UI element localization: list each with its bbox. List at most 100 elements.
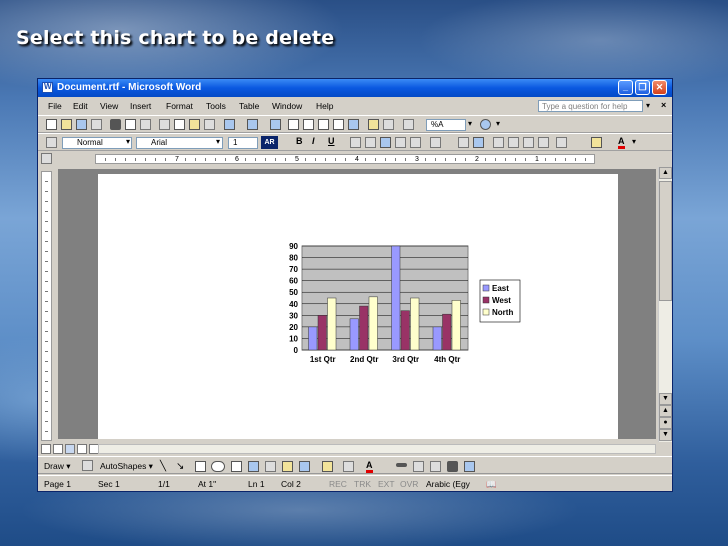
outside-border-icon[interactable] xyxy=(556,137,567,148)
style-dropdown-icon[interactable]: ▾ xyxy=(126,137,130,146)
ltr-direction-icon[interactable] xyxy=(458,137,469,148)
document-close-button[interactable]: × xyxy=(661,100,666,110)
print-preview-icon[interactable] xyxy=(125,119,136,130)
rtl-direction-icon[interactable] xyxy=(473,137,484,148)
redo-icon[interactable] xyxy=(247,119,258,130)
numbering-icon[interactable] xyxy=(493,137,504,148)
scroll-thumb[interactable] xyxy=(659,181,672,301)
menu-file[interactable]: File xyxy=(48,101,62,111)
help-question-input[interactable]: Type a question for help xyxy=(538,100,643,112)
normal-view-icon[interactable] xyxy=(41,444,51,454)
align-right-icon[interactable] xyxy=(380,137,391,148)
autoshapes-menu-button[interactable]: AutoShapes ▾ xyxy=(100,461,153,472)
fill-color-icon[interactable] xyxy=(322,461,333,472)
arabic-language-button[interactable]: AR xyxy=(261,136,278,149)
next-page-icon[interactable]: ▼ xyxy=(659,429,672,441)
draw-font-color-icon[interactable]: A xyxy=(366,460,373,473)
previous-page-icon[interactable]: ▲ xyxy=(659,405,672,417)
status-trk[interactable]: TRK xyxy=(354,479,371,489)
shadow-style-icon[interactable] xyxy=(447,461,458,472)
menu-format[interactable]: Format xyxy=(166,101,193,111)
align-left-icon[interactable] xyxy=(350,137,361,148)
font-color-icon[interactable]: A xyxy=(618,136,625,149)
vertical-scrollbar[interactable]: ▲ ▼ ▲ ● ▼ xyxy=(658,167,672,442)
insert-excel-icon[interactable] xyxy=(318,119,329,130)
help-icon[interactable] xyxy=(480,119,491,130)
line-spacing-icon[interactable] xyxy=(430,137,441,148)
drawing-icon[interactable] xyxy=(348,119,359,130)
title-bar[interactable]: Document.rtf - Microsoft Word _ ❐ ✕ xyxy=(38,79,672,97)
paste-icon[interactable] xyxy=(189,119,200,130)
spelling-status-icon[interactable]: 📖 xyxy=(486,479,497,490)
arrow-tool-icon[interactable]: ↘ xyxy=(176,461,184,472)
italic-button[interactable]: I xyxy=(312,136,315,146)
open-folder-icon[interactable] xyxy=(61,119,72,130)
font-color-dropdown-icon[interactable]: ▾ xyxy=(632,137,636,146)
print-layout-view-icon[interactable] xyxy=(65,444,75,454)
horizontal-ruler[interactable]: 7 6 5 4 3 2 1 xyxy=(95,154,595,164)
document-map-icon[interactable] xyxy=(368,119,379,130)
cut-icon[interactable] xyxy=(159,119,170,130)
format-painter-icon[interactable] xyxy=(204,119,215,130)
style-select[interactable]: Normal xyxy=(62,137,132,149)
select-objects-icon[interactable] xyxy=(82,460,93,471)
bullets-icon[interactable] xyxy=(508,137,519,148)
zoom-dropdown-icon[interactable]: ▾ xyxy=(468,119,472,128)
tables-borders-icon[interactable] xyxy=(288,119,299,130)
status-ext[interactable]: EXT xyxy=(378,479,395,489)
insert-table-icon[interactable] xyxy=(303,119,314,130)
line-tool-icon[interactable]: ╲ xyxy=(160,461,166,472)
hyperlink-icon[interactable] xyxy=(270,119,281,130)
undo-icon[interactable] xyxy=(224,119,235,130)
web-layout-view-icon[interactable] xyxy=(53,444,63,454)
spelling-icon[interactable] xyxy=(140,119,151,130)
copy-icon[interactable] xyxy=(174,119,185,130)
help-dropdown-icon[interactable]: ▾ xyxy=(646,101,650,110)
text-box-icon[interactable] xyxy=(231,461,242,472)
insert-picture-icon[interactable] xyxy=(299,461,310,472)
zoom-select[interactable]: %A xyxy=(426,119,466,131)
outline-view-icon[interactable] xyxy=(77,444,87,454)
distributed-icon[interactable] xyxy=(410,137,421,148)
scroll-down-icon[interactable]: ▼ xyxy=(659,393,672,405)
line-color-icon[interactable] xyxy=(343,461,354,472)
styles-formatting-icon[interactable] xyxy=(46,137,57,148)
justify-icon[interactable] xyxy=(395,137,406,148)
tab-selector-icon[interactable] xyxy=(41,153,52,164)
font-dropdown-icon[interactable]: ▾ xyxy=(216,137,220,146)
new-document-icon[interactable] xyxy=(46,119,57,130)
wordart-icon[interactable] xyxy=(248,461,259,472)
permission-icon[interactable] xyxy=(91,119,102,130)
status-rec[interactable]: REC xyxy=(329,479,347,489)
close-button[interactable]: ✕ xyxy=(652,80,667,95)
arrow-style-icon[interactable] xyxy=(430,461,441,472)
columns-icon[interactable] xyxy=(333,119,344,130)
underline-button[interactable]: U xyxy=(328,136,335,146)
menu-insert[interactable]: Insert xyxy=(130,101,151,111)
save-disk-icon[interactable] xyxy=(76,119,87,130)
show-hide-icon[interactable] xyxy=(383,119,394,130)
print-icon[interactable] xyxy=(110,119,121,130)
menu-view[interactable]: View xyxy=(100,101,118,111)
horizontal-scrollbar[interactable] xyxy=(98,444,656,454)
clip-art-icon[interactable] xyxy=(282,461,293,472)
align-center-icon[interactable] xyxy=(365,137,376,148)
document-page[interactable]: 0 10 20 30 40 50 60 70 80 90 1st Qtr 2nd Qtr 3rd Qtr… xyxy=(98,174,618,439)
bar-chart[interactable]: 0 10 20 30 40 50 60 70 80 90 1st Qtr 2nd Qtr 3rd Qtr… xyxy=(278,238,538,378)
status-ovr[interactable]: OVR xyxy=(400,479,418,489)
diagram-icon[interactable] xyxy=(265,461,276,472)
menu-help[interactable]: Help xyxy=(316,101,333,111)
rectangle-tool-icon[interactable] xyxy=(195,461,206,472)
vertical-ruler[interactable] xyxy=(41,171,52,441)
minimize-button[interactable]: _ xyxy=(618,80,633,95)
menu-table[interactable]: Table xyxy=(239,101,259,111)
restore-button[interactable]: ❐ xyxy=(635,80,650,95)
menu-tools[interactable]: Tools xyxy=(206,101,226,111)
decrease-indent-icon[interactable] xyxy=(523,137,534,148)
3d-style-icon[interactable] xyxy=(464,461,475,472)
scroll-up-icon[interactable]: ▲ xyxy=(659,167,672,179)
draw-menu-button[interactable]: Draw ▾ xyxy=(44,461,70,472)
toolbar-options-icon[interactable]: ▾ xyxy=(496,119,500,128)
line-style-icon[interactable] xyxy=(396,463,407,467)
font-select[interactable]: Arial xyxy=(136,137,223,149)
